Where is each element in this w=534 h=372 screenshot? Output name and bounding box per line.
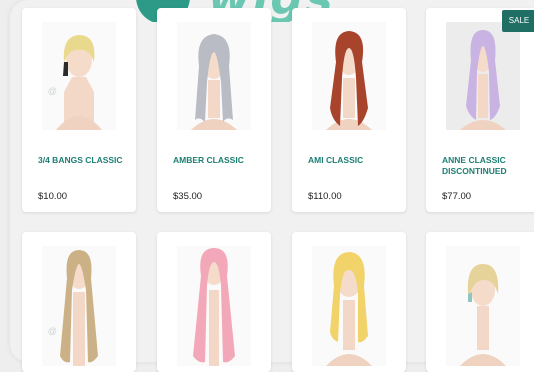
watermark-icon: @ <box>48 86 57 96</box>
product-image[interactable] <box>446 22 520 130</box>
product-image[interactable] <box>177 22 251 130</box>
product-name[interactable]: AMI CLASSIC <box>308 155 400 166</box>
product-card[interactable]: AMBER CLASSIC $35.00 <box>157 8 271 212</box>
product-card[interactable]: @ 3/4 BANGS CLASSIC $10.00 <box>22 8 136 212</box>
product-image[interactable]: @ <box>42 22 116 130</box>
mannequin-wig-silver-long-icon <box>191 34 237 130</box>
product-price: $77.00 <box>442 191 472 202</box>
product-name[interactable]: ANNE CLASSIC DISCONTINUED <box>442 155 534 177</box>
product-image[interactable] <box>177 246 251 366</box>
mannequin-wig-yellow-long-icon <box>326 252 372 366</box>
product-price: $110.00 <box>308 191 342 202</box>
product-card[interactable] <box>157 232 271 372</box>
product-name[interactable]: AMBER CLASSIC <box>173 155 265 166</box>
product-image[interactable] <box>312 246 386 366</box>
mannequin-wig-blonde-bob-icon <box>56 35 102 130</box>
product-card[interactable]: ANNE CLASSIC DISCONTINUED $77.00 <box>426 8 534 212</box>
mannequin-wig-lavender-icon <box>446 22 520 130</box>
product-image[interactable] <box>446 246 520 366</box>
sale-badge: SALE <box>502 10 534 32</box>
product-price: $10.00 <box>38 191 68 202</box>
product-card[interactable] <box>426 232 534 372</box>
mannequin-wig-ash-blonde-curly-icon <box>60 250 98 366</box>
mannequin-wig-pink-curly-icon <box>193 248 235 366</box>
product-card[interactable]: @ <box>22 232 136 372</box>
product-price: $35.00 <box>173 191 203 202</box>
product-image[interactable] <box>312 22 386 130</box>
product-card[interactable]: AMI CLASSIC $110.00 <box>292 8 406 212</box>
watermark-icon: @ <box>48 326 57 336</box>
product-name[interactable]: 3/4 BANGS CLASSIC <box>38 155 130 166</box>
product-image[interactable]: @ <box>42 246 116 366</box>
mannequin-wig-pastel-bob-icon <box>460 264 506 366</box>
mannequin-wig-auburn-wavy-icon <box>326 31 372 130</box>
product-card[interactable] <box>292 232 406 372</box>
